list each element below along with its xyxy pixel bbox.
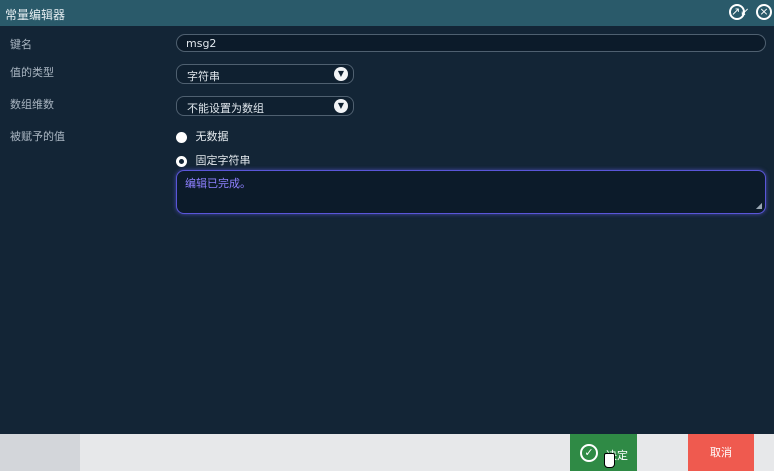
radio-checked-icon <box>176 155 187 167</box>
name-input[interactable]: msg2 <box>176 34 766 52</box>
resize-handle-icon[interactable]: ◢ <box>756 201 762 210</box>
dimension-label: 数组维数 <box>10 98 54 111</box>
cancel-button[interactable]: 取消 <box>688 434 754 471</box>
window-titlebar: 常量编辑器 ↗↙ × <box>0 0 774 26</box>
radio-fixed-string[interactable]: 固定字符串 <box>176 152 251 168</box>
name-label: 键名 <box>10 38 32 51</box>
check-circle-icon: ✓ <box>580 444 598 462</box>
radio-no-data[interactable]: 无数据 <box>176 128 229 144</box>
type-select-value: 字符串 <box>187 70 220 83</box>
radio-no-data-label: 无数据 <box>195 130 229 143</box>
radio-fixed-string-label: 固定字符串 <box>195 154 251 167</box>
value-text: 编辑已完成。 <box>185 177 251 190</box>
value-textarea[interactable]: 编辑已完成。 ◢ <box>176 170 766 214</box>
type-label: 值的类型 <box>10 66 54 79</box>
editor-form: 键名 msg2 值的类型 字符串 ▼ 数组维数 不能设置为数组 ▼ 被赋予的值 … <box>0 26 774 434</box>
chevron-down-icon: ▼ <box>334 67 348 81</box>
footer-bar: ✓ 决定 取消 <box>0 434 774 471</box>
window-title: 常量编辑器 <box>5 8 66 22</box>
type-select[interactable]: 字符串 ▼ <box>176 64 354 84</box>
radio-icon <box>176 131 187 143</box>
hand-pointer-icon <box>604 453 615 468</box>
assigned-value-label: 被赋予的值 <box>10 130 65 143</box>
footer-left-panel <box>0 434 80 471</box>
dimension-select[interactable]: 不能设置为数组 ▼ <box>176 96 354 116</box>
chevron-down-icon: ▼ <box>334 99 348 113</box>
dimension-select-value: 不能设置为数组 <box>187 102 264 115</box>
compress-icon[interactable]: ↗↙ <box>729 4 749 20</box>
close-icon[interactable]: × <box>756 4 772 20</box>
